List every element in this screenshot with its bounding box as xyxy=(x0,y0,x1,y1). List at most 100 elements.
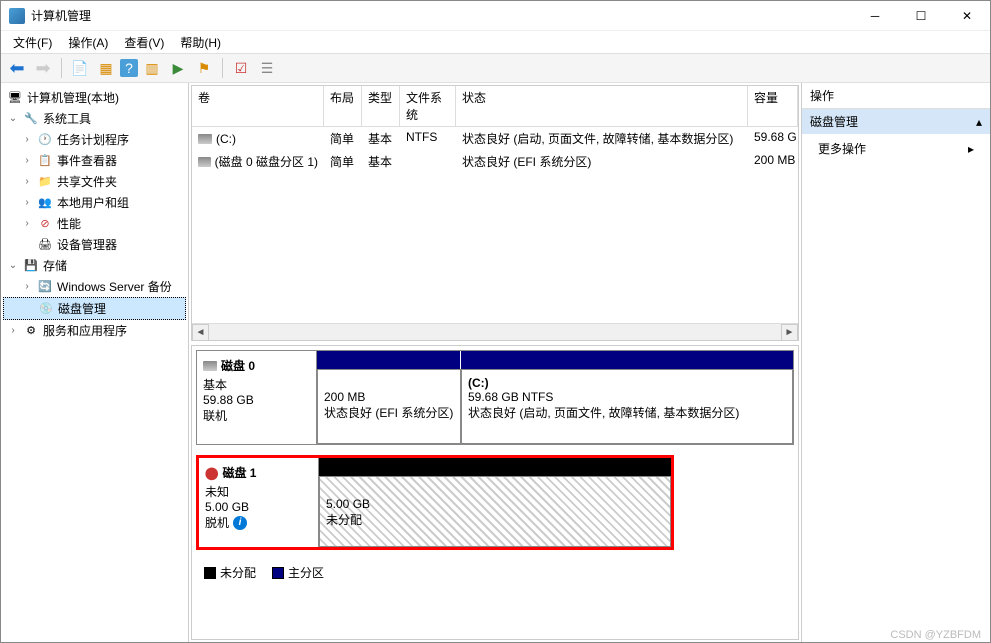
disk-row-0[interactable]: 磁盘 0 基本 59.88 GB 联机 200 xyxy=(196,350,794,445)
list-button[interactable]: ☰ xyxy=(255,56,279,80)
actions-title: 操作 xyxy=(802,83,990,109)
expand-icon[interactable]: › xyxy=(21,134,33,145)
partition-status: 状态良好 (EFI 系统分区) xyxy=(324,404,454,421)
expand-icon[interactable]: › xyxy=(21,197,33,208)
actions-panel: 操作 磁盘管理 ▴ 更多操作 ▸ xyxy=(802,83,990,642)
clock-icon: 🕐 xyxy=(37,132,53,148)
expand-icon[interactable]: › xyxy=(7,325,19,336)
expand-icon[interactable]: › xyxy=(21,176,33,187)
horizontal-scrollbar[interactable]: ◄ ► xyxy=(192,323,798,340)
maximize-button[interactable]: ☐ xyxy=(898,1,944,31)
tree-label: 服务和应用程序 xyxy=(43,322,127,339)
tree-label: 系统工具 xyxy=(43,110,91,127)
folder-icon: 📁 xyxy=(37,174,53,190)
tree-disk-mgmt[interactable]: 💿 磁盘管理 xyxy=(3,297,186,320)
partition-unallocated[interactable]: 5.00 GB 未分配 xyxy=(319,476,671,547)
section-label: 磁盘管理 xyxy=(810,113,858,130)
menu-help[interactable]: 帮助(H) xyxy=(174,32,227,53)
hdd-icon xyxy=(203,361,217,371)
disk-name: 磁盘 0 xyxy=(221,357,255,374)
computer-icon: 🖥 xyxy=(7,90,23,106)
tree-device-manager[interactable]: 🖨 设备管理器 xyxy=(3,234,186,255)
th-volume[interactable]: 卷 xyxy=(192,86,324,126)
volume-icon xyxy=(198,134,212,144)
menu-view[interactable]: 查看(V) xyxy=(118,32,170,53)
close-button[interactable]: ✕ xyxy=(944,1,990,31)
table-row[interactable]: (磁盘 0 磁盘分区 1) 简单 基本 状态良好 (EFI 系统分区) 200 … xyxy=(192,150,798,173)
disk-name: 磁盘 1 xyxy=(222,464,256,481)
table-body: (C:) 简单 基本 NTFS 状态良好 (启动, 页面文件, 故障转储, 基本… xyxy=(192,127,798,323)
partition-header-strip xyxy=(317,351,793,369)
table-row[interactable]: (C:) 简单 基本 NTFS 状态良好 (启动, 页面文件, 故障转储, 基本… xyxy=(192,127,798,150)
th-layout[interactable]: 布局 xyxy=(324,86,362,126)
tree-event-viewer[interactable]: › 📋 事件查看器 xyxy=(3,150,186,171)
disk-row-1[interactable]: ⬤磁盘 1 未知 5.00 GB 脱机 i 5.0 xyxy=(196,455,674,550)
disk-status: 脱机 xyxy=(205,514,229,531)
legend-primary: 主分区 xyxy=(272,564,324,581)
expand-icon[interactable]: › xyxy=(21,155,33,166)
cell-status: 状态良好 (EFI 系统分区) xyxy=(456,151,748,172)
properties-button[interactable]: ☑ xyxy=(229,56,253,80)
tree-label: 设备管理器 xyxy=(57,236,117,253)
cell-volume: (磁盘 0 磁盘分区 1) xyxy=(215,153,318,170)
window-frame: 计算机管理 ─ ☐ ✕ 文件(F) 操作(A) 查看(V) 帮助(H) ⬅ ➡ … xyxy=(0,0,991,643)
th-capacity[interactable]: 容量 xyxy=(748,86,798,126)
collapse-icon[interactable]: ⌄ xyxy=(7,260,19,271)
scroll-left-icon[interactable]: ◄ xyxy=(192,324,209,341)
disk-partitions: 5.00 GB 未分配 xyxy=(319,458,671,547)
backup-icon: 🔄 xyxy=(37,279,53,295)
tree-shared-folders[interactable]: › 📁 共享文件夹 xyxy=(3,171,186,192)
tree-label: 共享文件夹 xyxy=(57,173,117,190)
view-button-1[interactable]: ▦ xyxy=(94,56,118,80)
center-panel: 卷 布局 类型 文件系统 状态 容量 (C:) 简单 基本 NTFS 状态良好 … xyxy=(189,83,802,642)
partition-c[interactable]: (C:) 59.68 GB NTFS 状态良好 (启动, 页面文件, 故障转储,… xyxy=(461,369,793,444)
more-actions[interactable]: 更多操作 ▸ xyxy=(802,134,990,163)
partition-efi[interactable]: 200 MB 状态良好 (EFI 系统分区) xyxy=(317,369,461,444)
legend: 未分配 主分区 xyxy=(196,560,794,585)
disk-info: 磁盘 0 基本 59.88 GB 联机 xyxy=(197,351,317,444)
view-button-2[interactable]: ▥ xyxy=(140,56,164,80)
tree-label: 事件查看器 xyxy=(57,152,117,169)
cell-type: 基本 xyxy=(362,128,400,149)
partition-size: 59.68 GB NTFS xyxy=(468,390,786,404)
scroll-track[interactable] xyxy=(209,324,781,340)
menu-action[interactable]: 操作(A) xyxy=(62,32,114,53)
tree-local-users[interactable]: › 👥 本地用户和组 xyxy=(3,192,186,213)
partition-size: 200 MB xyxy=(324,390,454,404)
th-fs[interactable]: 文件系统 xyxy=(400,86,456,126)
back-button[interactable]: ⬅ xyxy=(5,56,29,80)
tree-performance[interactable]: › ⊘ 性能 xyxy=(3,213,186,234)
collapse-icon[interactable]: ⌄ xyxy=(7,113,19,124)
legend-box-icon xyxy=(272,567,284,579)
tree-label: 性能 xyxy=(57,215,81,232)
up-button[interactable]: 📄 xyxy=(68,56,92,80)
tree-win-backup[interactable]: › 🔄 Windows Server 备份 xyxy=(3,276,186,297)
info-icon[interactable]: i xyxy=(233,516,247,530)
th-status[interactable]: 状态 xyxy=(456,86,748,126)
tree-root[interactable]: 🖥 计算机管理(本地) xyxy=(3,87,186,108)
cell-layout: 简单 xyxy=(324,151,362,172)
cell-volume: (C:) xyxy=(216,132,236,146)
view-button-3[interactable]: ▶ xyxy=(166,56,190,80)
menu-bar: 文件(F) 操作(A) 查看(V) 帮助(H) xyxy=(1,31,990,53)
tree-panel: 🖥 计算机管理(本地) ⌄ 🔧 系统工具 › 🕐 任务计划程序 › 📋 事件查看… xyxy=(1,83,189,642)
forward-button[interactable]: ➡ xyxy=(31,56,55,80)
tree-label: 磁盘管理 xyxy=(58,300,106,317)
menu-file[interactable]: 文件(F) xyxy=(7,32,58,53)
expand-icon[interactable]: › xyxy=(21,281,33,292)
tree-label: 本地用户和组 xyxy=(57,194,129,211)
help-button[interactable]: ? xyxy=(120,59,138,77)
refresh-button[interactable]: ⚑ xyxy=(192,56,216,80)
tree-system-tools[interactable]: ⌄ 🔧 系统工具 xyxy=(3,108,186,129)
storage-icon: 💾 xyxy=(23,258,39,274)
cell-capacity: 59.68 G xyxy=(748,128,798,149)
actions-section[interactable]: 磁盘管理 ▴ xyxy=(802,109,990,134)
tree-task-scheduler[interactable]: › 🕐 任务计划程序 xyxy=(3,129,186,150)
minimize-button[interactable]: ─ xyxy=(852,1,898,31)
tree-storage[interactable]: ⌄ 💾 存储 xyxy=(3,255,186,276)
expand-icon[interactable]: › xyxy=(21,218,33,229)
tree-services[interactable]: › ⚙ 服务和应用程序 xyxy=(3,320,186,341)
scroll-right-icon[interactable]: ► xyxy=(781,324,798,341)
window-controls: ─ ☐ ✕ xyxy=(852,1,990,31)
th-type[interactable]: 类型 xyxy=(362,86,400,126)
